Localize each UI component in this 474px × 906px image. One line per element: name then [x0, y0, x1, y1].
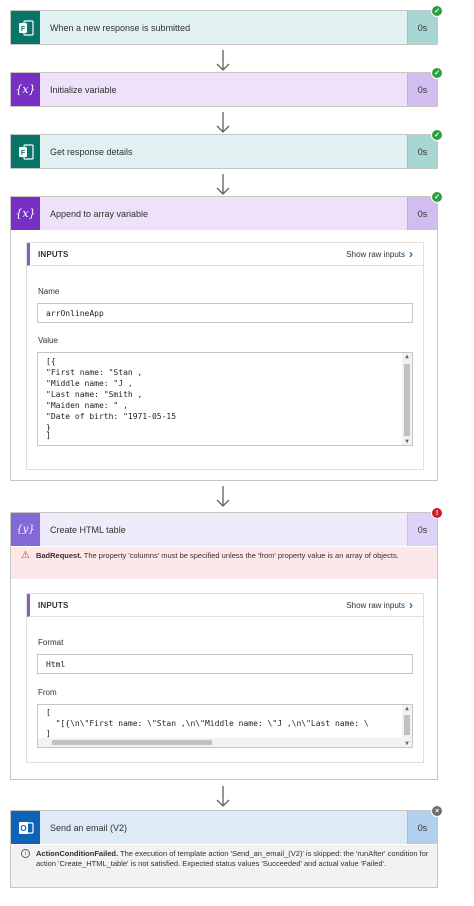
inputs-panel: INPUTS Show raw inputs › Format Html Fro…	[26, 593, 424, 763]
step-duration: 0s	[407, 811, 437, 844]
error-banner: ⚠ BadRequest. The property 'columns' mus…	[11, 547, 437, 579]
name-label: Name	[38, 287, 60, 296]
value-line: "Maiden name: " ,	[46, 401, 128, 410]
value-line: "Last name: "Smith ,	[46, 390, 143, 399]
error-text: The property 'columns' must be specified…	[81, 551, 399, 560]
scroll-thumb[interactable]	[404, 364, 410, 436]
step-get-response-details[interactable]: F Get response details 0s ✓	[10, 129, 443, 169]
arrow-down-icon	[216, 174, 230, 195]
from-line: "[{\n\"First name: \"Stan ,\n\"Middle na…	[46, 719, 369, 728]
step-duration: 0s	[407, 197, 437, 230]
inputs-label: INPUTS	[38, 249, 69, 259]
chevron-right-icon[interactable]: ›	[409, 598, 423, 612]
arrow-down-icon	[216, 486, 230, 507]
svg-text:O: O	[20, 824, 26, 833]
value-line: [{	[46, 357, 56, 366]
vertical-scrollbar[interactable]: ▲ ▼	[402, 705, 412, 747]
value-line: }	[46, 423, 51, 432]
step-title: Initialize variable	[50, 84, 117, 95]
arrow-down-icon	[216, 50, 230, 71]
show-raw-inputs-link[interactable]: Show raw inputs	[346, 601, 405, 610]
scroll-up-icon[interactable]: ▲	[402, 705, 412, 712]
success-check-icon: ✓	[431, 129, 443, 141]
inputs-header: INPUTS Show raw inputs ›	[27, 594, 423, 617]
inputs-header: INPUTS Show raw inputs ›	[27, 243, 423, 266]
error-message: BadRequest. The property 'columns' must …	[36, 551, 399, 579]
show-raw-inputs-link[interactable]: Show raw inputs	[346, 250, 405, 259]
inputs-label: INPUTS	[38, 600, 69, 610]
skipped-code: ActionConditionFailed.	[36, 849, 119, 858]
step-duration: 0s	[407, 513, 437, 546]
table-icon: {y}	[11, 513, 40, 546]
from-line: [	[46, 708, 51, 717]
format-label: Format	[38, 638, 64, 647]
scroll-down-icon[interactable]: ▼	[402, 438, 412, 445]
horizontal-scrollbar[interactable]	[38, 738, 402, 747]
value-line: "Middle name: "J ,	[46, 379, 133, 388]
step-duration: 0s	[407, 135, 437, 168]
step-create-html-table[interactable]: {y} Create HTML table 0s ! ⚠ BadRequest.…	[10, 507, 443, 780]
step-duration: 0s	[407, 11, 437, 44]
forms-icon: F	[11, 135, 40, 168]
step-initialize-variable[interactable]: {𝑥} Initialize variable 0s ✓	[10, 67, 443, 107]
variable-icon: {𝑥}	[11, 197, 40, 230]
value-line: ]	[46, 431, 51, 440]
step-title: When a new response is submitted	[50, 22, 191, 33]
arrow-down-icon	[216, 786, 230, 807]
info-icon: i	[21, 849, 30, 858]
forms-icon: F	[11, 11, 40, 44]
from-textarea[interactable]: [ "[{\n\"First name: \"Stan ,\n\"Middle …	[37, 704, 413, 748]
success-check-icon: ✓	[431, 191, 443, 203]
value-textarea[interactable]: [{ "First name: "Stan , "Middle name: "J…	[37, 352, 413, 446]
from-line: ]	[46, 729, 51, 738]
skipped-banner: i ActionConditionFailed. The execution o…	[11, 845, 437, 887]
vertical-scrollbar[interactable]: ▲ ▼	[402, 353, 412, 445]
step-title: Create HTML table	[50, 524, 126, 535]
value-label: Value	[38, 336, 58, 345]
error-code: BadRequest.	[35, 551, 82, 560]
step-title: Send an email (V2)	[50, 822, 128, 833]
skipped-icon: ×	[431, 805, 443, 817]
step-duration: 0s	[407, 73, 437, 106]
svg-text:F: F	[20, 26, 25, 33]
chevron-right-icon[interactable]: ›	[409, 247, 423, 261]
value-line: "Date of birth: "1971-05-15	[46, 412, 177, 421]
from-label: From	[38, 688, 57, 697]
step-trigger[interactable]: F When a new response is submitted 0s ✓	[10, 5, 443, 45]
scroll-down-icon[interactable]: ▼	[402, 740, 412, 747]
success-check-icon: ✓	[431, 5, 443, 17]
name-field[interactable]: arrOnlineApp	[37, 303, 413, 323]
step-send-an-email[interactable]: O Send an email (V2) 0s × i ActionCondit…	[10, 805, 443, 888]
format-field[interactable]: Html	[37, 654, 413, 674]
value-line: "First name: "Stan ,	[46, 368, 143, 377]
warning-icon: ⚠	[21, 550, 30, 561]
scroll-up-icon[interactable]: ▲	[402, 353, 412, 360]
outlook-icon: O	[11, 811, 40, 844]
arrow-down-icon	[216, 112, 230, 133]
svg-text:F: F	[20, 150, 25, 157]
skipped-message: ActionConditionFailed. The execution of …	[36, 849, 429, 887]
scroll-thumb[interactable]	[52, 740, 212, 745]
inputs-panel: INPUTS Show raw inputs › Name arrOnlineA…	[26, 242, 424, 470]
error-icon: !	[431, 507, 443, 519]
step-title: Get response details	[50, 146, 133, 157]
step-append-to-array-variable[interactable]: {𝑥} Append to array variable 0s ✓ INPUTS…	[10, 191, 443, 481]
scroll-thumb[interactable]	[404, 715, 410, 735]
step-title: Append to array variable	[50, 208, 149, 219]
success-check-icon: ✓	[431, 67, 443, 79]
variable-icon: {𝑥}	[11, 73, 40, 106]
